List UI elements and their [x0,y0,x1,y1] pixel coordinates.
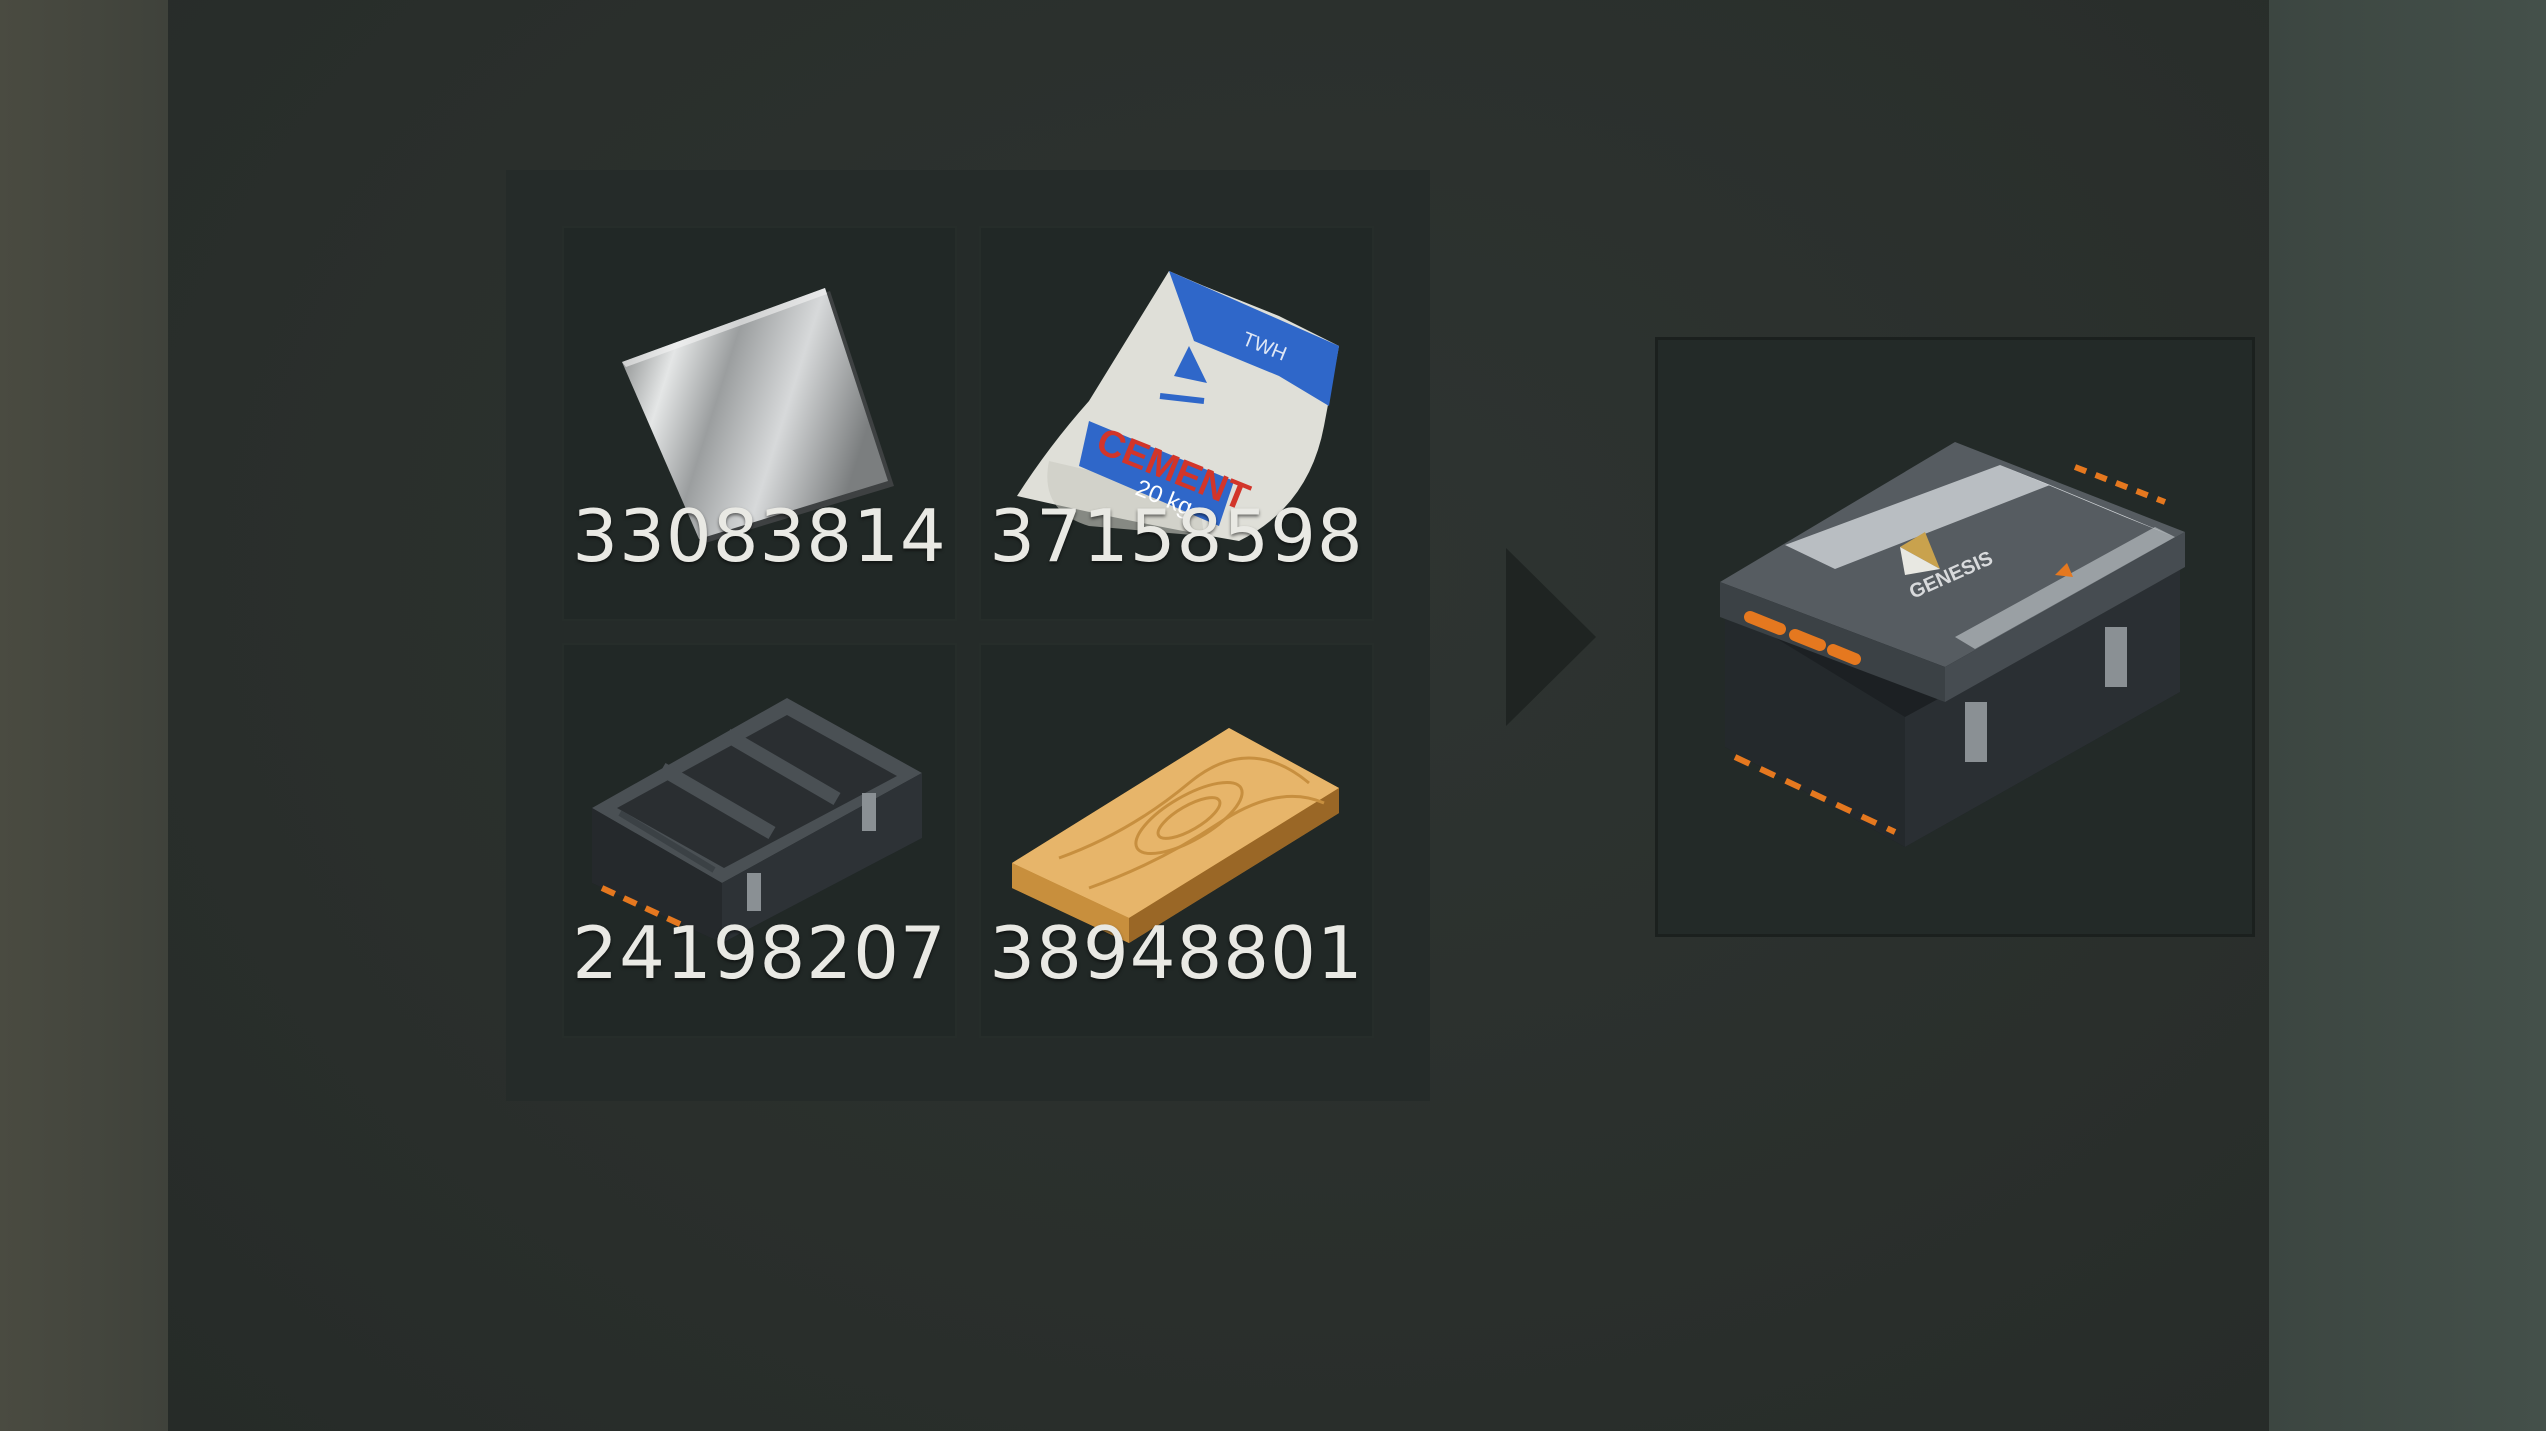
arrow-right-icon [1506,548,1596,726]
ingredient-slot-metal-sheet[interactable]: 33083814 [562,226,957,621]
result-slot[interactable]: GENESIS [1655,337,2255,937]
ingredient-count: 38948801 [989,911,1364,995]
ingredients-grid: 33083814 TWH CEMENT 20 kg 37158598 24198… [506,170,1430,1101]
crafting-panel: 33083814 TWH CEMENT 20 kg 37158598 24198… [168,0,2269,1431]
ingredient-count: 24198207 [572,911,947,995]
ingredient-slot-empty-crate[interactable]: 24198207 [562,643,957,1038]
ingredient-slot-wood-plank[interactable]: 38948801 [979,643,1374,1038]
genesis-supply-crate-icon: GENESIS [1720,442,2185,847]
ingredient-slot-cement-bag[interactable]: TWH CEMENT 20 kg 37158598 [979,226,1374,621]
right-backdrop [2269,0,2546,1431]
left-backdrop [0,0,168,1431]
ingredient-count: 37158598 [989,494,1364,578]
ingredient-count: 33083814 [572,494,947,578]
